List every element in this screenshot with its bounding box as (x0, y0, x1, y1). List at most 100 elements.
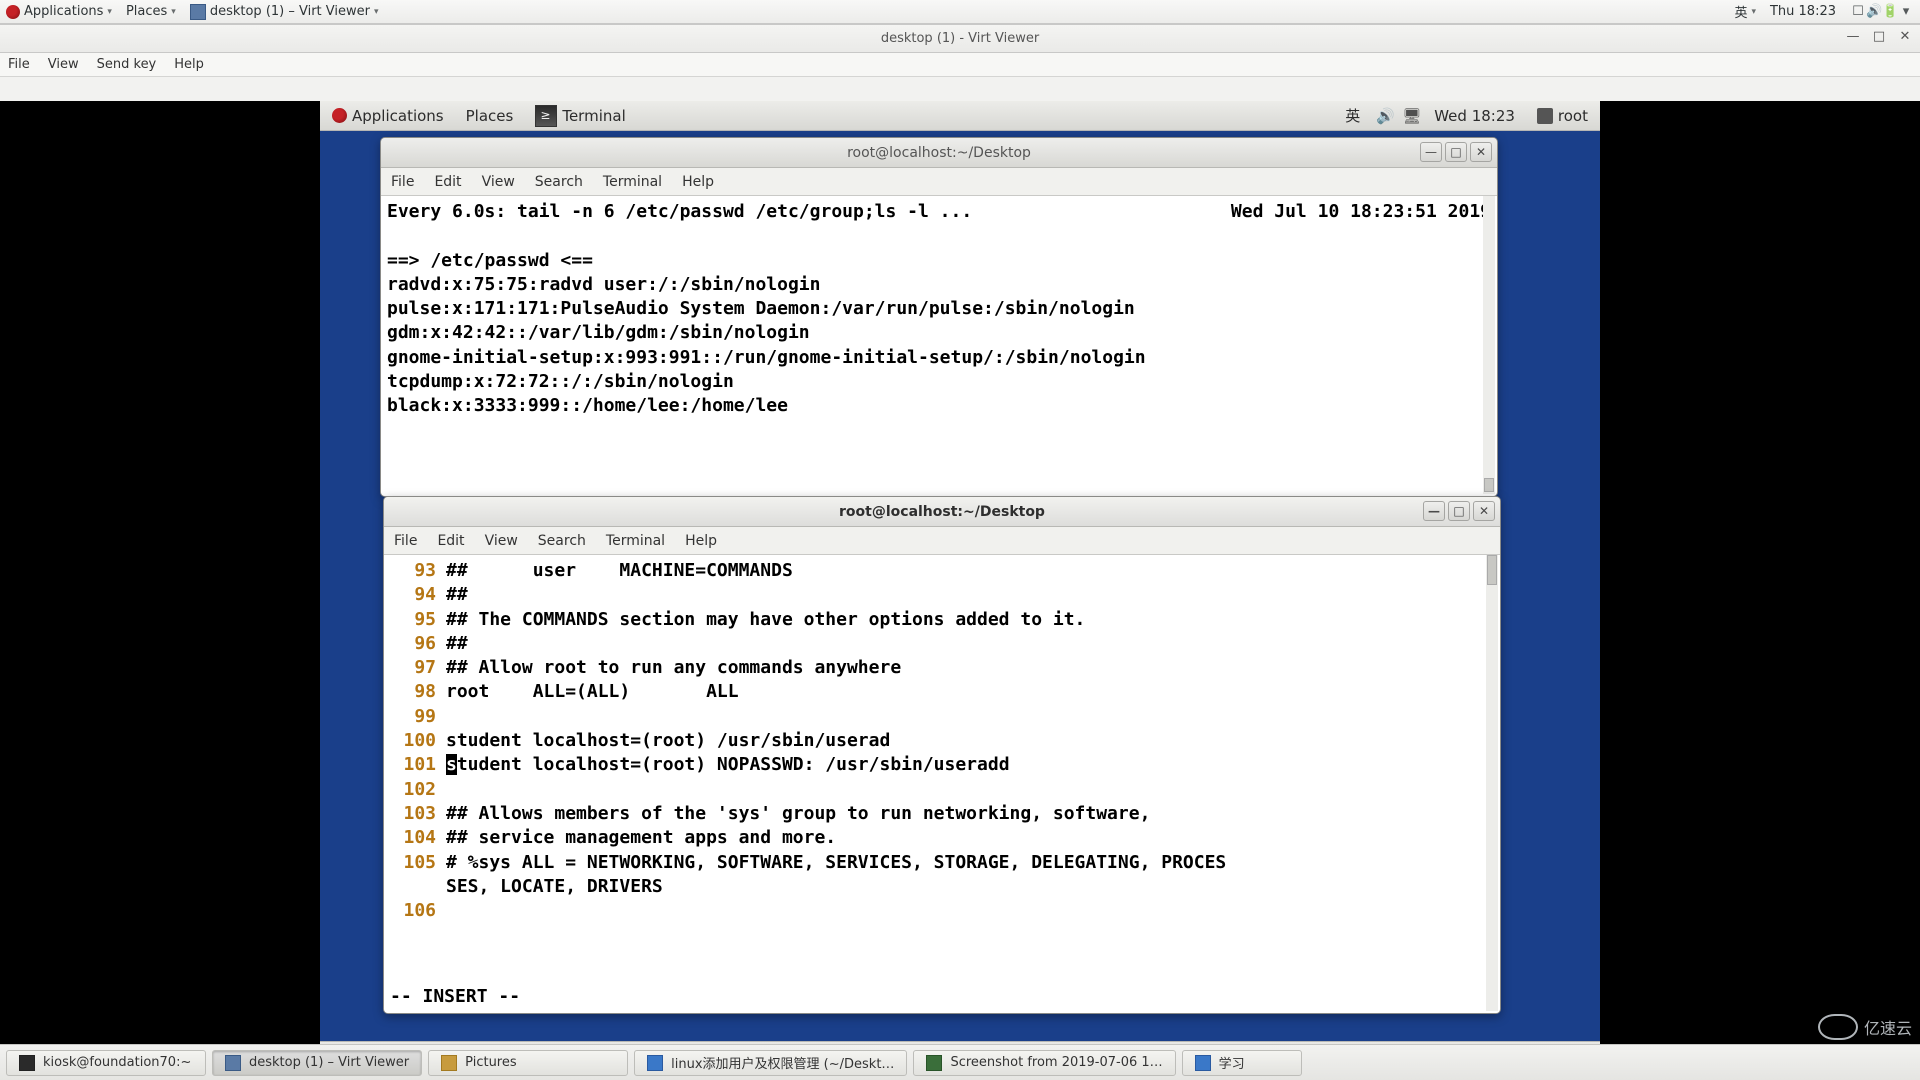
chevron-down-icon: ▾ (1751, 7, 1756, 17)
watch-time: Wed Jul 10 18:23:51 2019 (1231, 200, 1491, 224)
vim-line: 99 (390, 705, 1494, 729)
host-task-pictures[interactable]: Pictures (428, 1050, 628, 1076)
vim-line-text: ## (446, 583, 1494, 607)
menu-help[interactable]: Help (685, 533, 717, 549)
vim-line: 97## Allow root to run any commands anyw… (390, 656, 1494, 680)
scrollbar[interactable] (1483, 196, 1495, 494)
menu-help[interactable]: Help (682, 174, 714, 190)
host-task-virtviewer[interactable]: desktop (1) – Virt Viewer (212, 1050, 422, 1076)
vim-line: 98root ALL=(ALL) ALL (390, 680, 1494, 704)
chevron-down-icon[interactable]: ▾ (1898, 4, 1914, 19)
vim-line-number: 95 (390, 608, 446, 632)
vim-line-number: 103 (390, 802, 446, 826)
guest-terminal-label: Terminal (562, 107, 625, 125)
menu-terminal[interactable]: Terminal (603, 174, 662, 190)
guest-input-lang-label: 英 (1345, 105, 1360, 126)
host-task-study[interactable]: 学习 (1182, 1050, 1302, 1076)
host-clock[interactable]: Thu 18:23 (1770, 4, 1836, 19)
menu-terminal[interactable]: Terminal (606, 533, 665, 549)
menu-file[interactable]: File (394, 533, 417, 549)
watermark-logo-icon (1818, 1014, 1858, 1040)
user-icon (1537, 108, 1553, 124)
virt-titlebar: desktop (1) - Virt Viewer — □ ✕ (0, 25, 1920, 53)
host-bottom-taskbar: kiosk@foundation70:~ desktop (1) – Virt … (0, 1044, 1920, 1080)
termvim-titlebar[interactable]: root@localhost:~/Desktop — □ ✕ (384, 497, 1500, 527)
guest-places-menu[interactable]: Places (460, 105, 520, 127)
vim-line: 96## (390, 632, 1494, 656)
vim-line-text: root ALL=(ALL) ALL (446, 680, 1494, 704)
guest-input-lang[interactable]: 英 (1339, 103, 1366, 128)
host-applications-menu[interactable]: Applications ▾ (6, 4, 112, 19)
maximize-button[interactable]: □ (1448, 501, 1470, 521)
termvim-title-label: root@localhost:~/Desktop (839, 504, 1045, 520)
virt-menu-help[interactable]: Help (174, 57, 204, 72)
menu-file[interactable]: File (391, 174, 414, 190)
vim-line: 95## The COMMANDS section may have other… (390, 608, 1494, 632)
virt-menu-sendkey[interactable]: Send key (97, 57, 157, 72)
volume-icon[interactable]: 🔊 (1866, 4, 1882, 19)
terminal-window-top[interactable]: root@localhost:~/Desktop — □ ✕ File Edit… (380, 137, 1498, 497)
guest-clock[interactable]: Wed 18:23 (1428, 105, 1521, 127)
minimize-button[interactable]: — (1420, 142, 1442, 162)
network-icon[interactable]: 🖥 (1402, 107, 1418, 125)
menu-edit[interactable]: Edit (434, 174, 461, 190)
host-app-task[interactable]: desktop (1) – Virt Viewer ▾ (190, 4, 379, 20)
volume-icon[interactable]: 🔊 (1376, 107, 1392, 125)
virt-menubar: File View Send key Help (0, 53, 1920, 77)
host-task-gedit[interactable]: linux添加用户及权限管理 (~/Deskt… (634, 1050, 907, 1076)
termtop-body[interactable]: Every 6.0s: tail -n 6 /etc/passwd /etc/g… (381, 196, 1497, 496)
terminal-icon (535, 105, 557, 127)
vim-line: 102 (390, 778, 1494, 802)
minimize-button[interactable]: — (1423, 501, 1445, 521)
termtop-titlebar[interactable]: root@localhost:~/Desktop — □ ✕ (381, 138, 1497, 168)
guest-screen: Applications Places Terminal 英 🔊 🖥 Wed 1… (320, 101, 1600, 1069)
gnome-logo-icon (332, 108, 347, 123)
minimize-button[interactable]: — (1844, 29, 1862, 44)
vim-line-number: 105 (390, 851, 446, 875)
vim-line: 103## Allows members of the 'sys' group … (390, 802, 1494, 826)
vim-line-text: ## service management apps and more. (446, 826, 1494, 850)
guest-applications-label: Applications (352, 107, 444, 125)
guest-applications-menu[interactable]: Applications (326, 105, 450, 127)
virt-menu-file[interactable]: File (8, 57, 30, 72)
host-task-screenshot[interactable]: Screenshot from 2019-07-06 1… (913, 1050, 1175, 1076)
vim-line-text: ## Allow root to run any commands anywhe… (446, 656, 1494, 680)
close-button[interactable]: ✕ (1470, 142, 1492, 162)
vim-line-text: student localhost=(root) NOPASSWD: /usr/… (446, 753, 1494, 777)
host-input-lang[interactable]: 英 ▾ (1734, 2, 1756, 21)
termtop-menubar: File Edit View Search Terminal Help (381, 168, 1497, 196)
vim-line: 106 (390, 899, 1494, 923)
vim-line-number: 96 (390, 632, 446, 656)
watermark: 亿速云 (1818, 1014, 1912, 1040)
host-task-kiosk[interactable]: kiosk@foundation70:~ (6, 1050, 206, 1076)
close-button[interactable]: ✕ (1473, 501, 1495, 521)
terminal-window-vim[interactable]: root@localhost:~/Desktop — □ ✕ File Edit… (383, 496, 1501, 1014)
watch-output: ==> /etc/passwd <== radvd:x:75:75:radvd … (387, 224, 1491, 418)
menu-search[interactable]: Search (538, 533, 586, 549)
menu-search[interactable]: Search (535, 174, 583, 190)
menu-view[interactable]: View (485, 533, 518, 549)
host-applications-label: Applications (24, 4, 103, 19)
a11y-icon[interactable]: ☐ (1850, 4, 1866, 19)
host-places-menu[interactable]: Places ▾ (126, 4, 176, 19)
host-task-pictures-label: Pictures (465, 1055, 516, 1070)
guest-user-menu[interactable]: root (1531, 105, 1594, 127)
vim-line: 104## service management apps and more. (390, 826, 1494, 850)
guest-terminal-task[interactable]: Terminal (529, 103, 631, 129)
host-input-lang-label: 英 (1734, 2, 1747, 21)
scrollbar[interactable] (1486, 555, 1498, 1011)
maximize-button[interactable]: □ (1445, 142, 1467, 162)
maximize-button[interactable]: □ (1870, 29, 1888, 44)
menu-view[interactable]: View (482, 174, 515, 190)
close-button[interactable]: ✕ (1896, 29, 1914, 44)
vim-mode-status: -- INSERT -- (390, 985, 520, 1009)
menu-edit[interactable]: Edit (437, 533, 464, 549)
vim-line: 100student localhost=(root) /usr/sbin/us… (390, 729, 1494, 753)
host-top-panel: Applications ▾ Places ▾ desktop (1) – Vi… (0, 0, 1920, 24)
document-icon (647, 1055, 663, 1071)
vim-buffer[interactable]: 93## user MACHINE=COMMANDS94##95## The C… (384, 555, 1500, 1013)
vim-cursor: s (446, 754, 457, 775)
virt-menu-view[interactable]: View (48, 57, 79, 72)
battery-icon[interactable]: 🔋 (1882, 4, 1898, 19)
vim-line-number: 98 (390, 680, 446, 704)
